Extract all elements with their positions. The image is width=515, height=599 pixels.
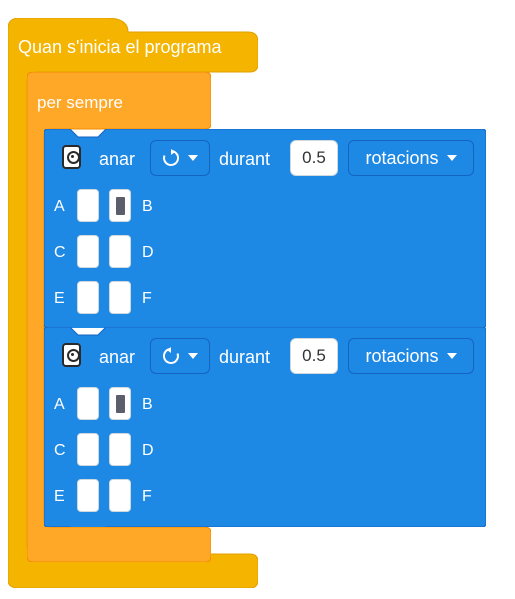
port-label-d: D (142, 244, 154, 261)
port-e-checkbox[interactable] (77, 281, 99, 314)
port-b-checkbox[interactable] (109, 189, 131, 222)
port-label-f: F (142, 290, 152, 307)
port-f-checkbox[interactable] (109, 281, 131, 314)
unit-dropdown[interactable]: rotacions (348, 140, 474, 176)
port-d-checkbox[interactable] (109, 433, 131, 466)
port-b-checkbox[interactable] (109, 387, 131, 420)
rotation-value-input[interactable]: 0.5 (290, 338, 338, 374)
unit-dropdown-label: rotacions (365, 345, 439, 366)
port-label-d: D (142, 442, 154, 459)
port-d-checkbox[interactable] (109, 235, 131, 268)
chevron-down-icon (188, 353, 198, 359)
rotate-clockwise-icon (163, 149, 180, 166)
port-label-b: B (142, 396, 153, 413)
direction-dropdown[interactable] (150, 140, 210, 176)
forever-block-label: per sempre (37, 93, 123, 112)
port-c-checkbox[interactable] (77, 235, 99, 268)
motor-action-label: anar (99, 149, 136, 169)
motor-icon (62, 145, 81, 169)
port-label-f: F (142, 488, 152, 505)
hat-block-label: Quan s'inicia el programa (18, 37, 222, 57)
direction-dropdown[interactable] (150, 338, 210, 374)
port-e-checkbox[interactable] (77, 479, 99, 512)
port-c-checkbox[interactable] (77, 433, 99, 466)
port-label-b: B (142, 198, 153, 215)
motor-action-label: anar (99, 347, 136, 367)
motor-icon (62, 343, 81, 367)
unit-dropdown-label: rotacions (365, 147, 439, 168)
rotation-value-input[interactable]: 0.5 (290, 140, 338, 176)
port-f-checkbox[interactable] (109, 479, 131, 512)
during-label: durant (219, 149, 271, 169)
port-label-c: C (54, 442, 66, 459)
unit-dropdown[interactable]: rotacions (348, 338, 474, 374)
chevron-down-icon (446, 155, 457, 161)
port-a-checkbox[interactable] (77, 387, 99, 420)
chevron-down-icon (446, 353, 457, 359)
port-a-checkbox[interactable] (77, 189, 99, 222)
port-label-c: C (54, 244, 66, 261)
port-label-a: A (54, 198, 65, 215)
port-label-e: E (54, 488, 65, 505)
rotate-counterclockwise-icon (162, 347, 179, 364)
port-label-e: E (54, 290, 65, 307)
chevron-down-icon (188, 155, 198, 161)
port-label-a: A (54, 396, 65, 413)
during-label: durant (219, 347, 271, 367)
